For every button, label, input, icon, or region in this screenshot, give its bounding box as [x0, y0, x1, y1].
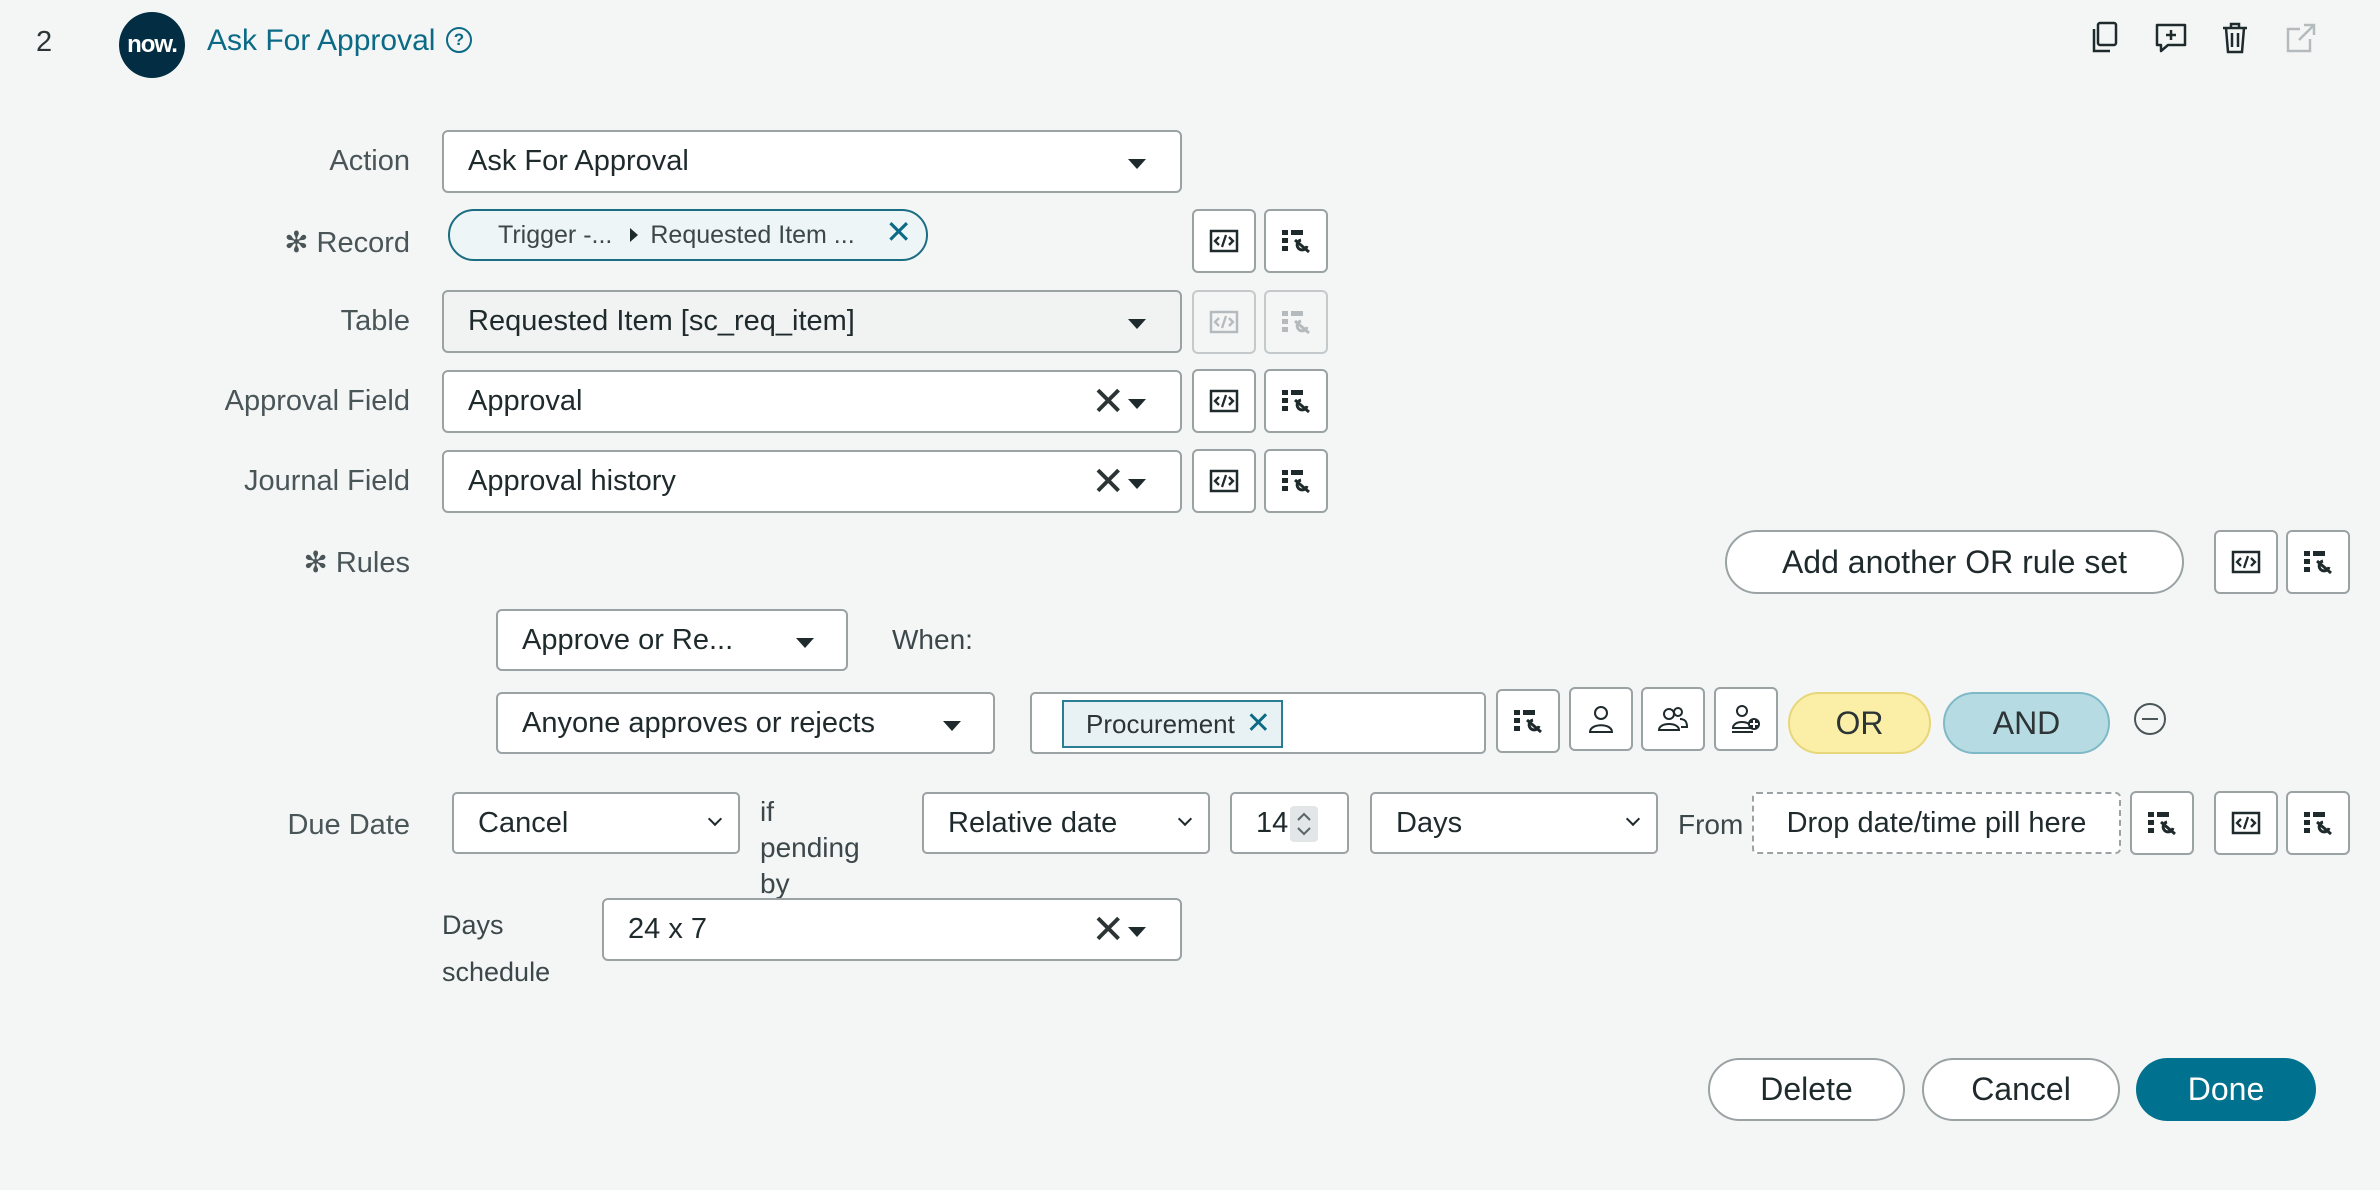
- caret-down-icon: [1128, 927, 1146, 937]
- journal-field-value: Approval history: [468, 465, 676, 497]
- condition-value: Anyone approves or rejects: [522, 706, 876, 739]
- approvers-input[interactable]: Procurement ✕: [1030, 692, 1486, 754]
- open-external-icon: [2281, 18, 2321, 58]
- add-approver-icon[interactable]: [1714, 687, 1778, 751]
- step-number: 2: [36, 26, 53, 58]
- table-select[interactable]: Requested Item [sc_req_item]: [442, 290, 1182, 353]
- chevron-down-icon: [1625, 811, 1641, 827]
- rule-type-select[interactable]: Approve or Re...: [496, 609, 848, 671]
- schedule-value: 24 x 7: [628, 913, 707, 945]
- script-icon[interactable]: [1192, 209, 1256, 273]
- data-pill-picker-icon[interactable]: [2286, 530, 2350, 594]
- date-type-select[interactable]: Relative date: [922, 792, 1210, 854]
- data-pill-picker-icon[interactable]: [1264, 369, 1328, 433]
- rules-label: ✻ Rules: [303, 547, 410, 579]
- done-button[interactable]: Done: [2136, 1058, 2316, 1121]
- condition-select[interactable]: Anyone approves or rejects: [496, 692, 995, 754]
- from-label: From: [1678, 809, 1744, 840]
- user-icon[interactable]: [1569, 687, 1633, 751]
- script-icon[interactable]: [1192, 369, 1256, 433]
- journal-field-label: Journal Field: [243, 465, 410, 497]
- record-pill[interactable]: Trigger -... Requested Item ... ✕: [448, 209, 928, 261]
- caret-down-icon: [1128, 159, 1146, 169]
- cancel-button[interactable]: Cancel: [1922, 1058, 2120, 1121]
- stepper-arrows-icon[interactable]: [1290, 806, 1318, 842]
- script-icon[interactable]: [2214, 791, 2278, 855]
- remove-rule-icon[interactable]: [2134, 703, 2166, 735]
- due-date-label: Due Date: [287, 809, 410, 841]
- caret-down-icon: [796, 638, 814, 648]
- table-label: Table: [340, 305, 410, 337]
- copy-icon[interactable]: [2084, 18, 2124, 58]
- procurement-pill[interactable]: Procurement ✕: [1062, 700, 1283, 748]
- approval-field-value: Approval: [468, 385, 583, 417]
- days-schedule-label: Days schedule: [442, 910, 551, 987]
- chevron-down-icon: [1177, 811, 1193, 827]
- record-label: ✻ Record: [284, 227, 410, 259]
- data-pill-picker-icon[interactable]: [1264, 449, 1328, 513]
- approval-field-select[interactable]: Approval ✕: [442, 370, 1182, 433]
- chevron-down-icon: [707, 811, 723, 827]
- data-pill-picker-icon[interactable]: [2286, 791, 2350, 855]
- data-pill-picker-icon[interactable]: [1496, 689, 1560, 753]
- add-comment-icon[interactable]: [2151, 18, 2191, 58]
- action-select[interactable]: Ask For Approval: [442, 130, 1182, 193]
- data-pill-picker-icon[interactable]: [2130, 791, 2194, 855]
- script-icon[interactable]: [2214, 530, 2278, 594]
- script-icon: [1192, 290, 1256, 354]
- now-logo: now.: [119, 12, 185, 78]
- caret-down-icon: [1128, 399, 1146, 409]
- when-label: When:: [892, 624, 973, 655]
- approval-field-label: Approval Field: [224, 385, 410, 417]
- caret-down-icon: [943, 721, 961, 731]
- due-action-select[interactable]: Cancel: [452, 792, 740, 854]
- caret-right-icon: [630, 228, 639, 242]
- pending-by-label: if pending by: [760, 796, 860, 899]
- add-or-rule-set-button[interactable]: Add another OR rule set: [1725, 530, 2184, 594]
- caret-down-icon: [1128, 319, 1146, 329]
- date-pill-drop-zone[interactable]: Drop date/time pill here: [1752, 792, 2121, 854]
- action-value: Ask For Approval: [468, 145, 689, 177]
- data-pill-picker-icon[interactable]: [1264, 209, 1328, 273]
- caret-down-icon: [1128, 479, 1146, 489]
- remove-pill-icon[interactable]: ✕: [1246, 706, 1271, 741]
- data-pill-picker-icon: [1264, 290, 1328, 354]
- and-button[interactable]: AND: [1943, 692, 2110, 754]
- table-value: Requested Item [sc_req_item]: [468, 305, 855, 337]
- or-button[interactable]: OR: [1788, 692, 1931, 754]
- trash-icon[interactable]: [2215, 18, 2255, 58]
- remove-pill-icon[interactable]: ✕: [885, 213, 912, 251]
- script-icon[interactable]: [1192, 449, 1256, 513]
- clear-icon[interactable]: ✕: [1091, 382, 1125, 422]
- rule-type-value: Approve or Re...: [522, 623, 734, 656]
- clear-icon[interactable]: ✕: [1091, 910, 1125, 950]
- delete-button[interactable]: Delete: [1708, 1058, 1905, 1121]
- clear-icon[interactable]: ✕: [1091, 462, 1125, 502]
- page-title: Ask For Approval: [207, 24, 436, 57]
- journal-field-select[interactable]: Approval history ✕: [442, 450, 1182, 513]
- unit-select[interactable]: Days: [1370, 792, 1658, 854]
- schedule-select[interactable]: 24 x 7 ✕: [602, 898, 1182, 961]
- group-icon[interactable]: [1641, 687, 1705, 751]
- amount-stepper[interactable]: 14: [1230, 792, 1349, 854]
- action-label: Action: [329, 145, 410, 177]
- help-icon[interactable]: ?: [446, 27, 472, 53]
